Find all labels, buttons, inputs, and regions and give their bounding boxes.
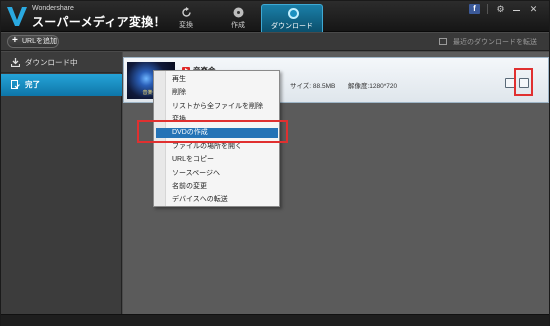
minimize-icon[interactable] <box>511 4 522 14</box>
menu-item-source-page[interactable]: ソースページへ <box>172 169 220 179</box>
sidebar: ダウンロード中 完了 <box>1 52 122 314</box>
facebook-icon[interactable]: f <box>469 4 480 14</box>
menu-item-play[interactable]: 再生 <box>172 75 186 85</box>
sidebar-item-label: ダウンロード中 <box>25 58 78 67</box>
download-icon <box>11 58 20 67</box>
tab-create-label: 作成 <box>231 22 245 29</box>
refresh-icon <box>182 7 191 17</box>
tab-download[interactable]: ダウンロード <box>261 4 323 32</box>
title-divider <box>487 4 488 14</box>
highlight-box <box>514 68 533 96</box>
menu-item-delete[interactable]: 削除 <box>172 88 186 98</box>
tab-convert-label: 変換 <box>179 22 193 29</box>
menu-item-delete-all[interactable]: リストから全ファイルを削除 <box>172 102 263 112</box>
close-icon[interactable]: ✕ <box>528 4 539 14</box>
highlight-box <box>137 120 288 143</box>
app-window: Wondershare スーパーメディア変換！ 変換 作成 ダウンロード f ⚙… <box>0 0 550 326</box>
file-size: サイズ: 88.5MB <box>290 83 336 90</box>
menu-item-open-location[interactable]: ファイルの場所を開く <box>172 142 242 152</box>
menu-item-copy-url[interactable]: URLをコピー <box>172 155 214 165</box>
tab-convert[interactable]: 変換 <box>156 4 216 32</box>
brand-small-label: Wondershare <box>32 5 74 12</box>
sidebar-item-completed[interactable]: 完了 <box>1 74 122 96</box>
transfer-recent-downloads-button[interactable]: 最近のダウンロードを転送 <box>439 37 537 47</box>
app-title: スーパーメディア変換！ <box>32 15 166 29</box>
sidebar-item-downloading[interactable]: ダウンロード中 <box>1 52 122 73</box>
tab-create[interactable]: 作成 <box>208 4 268 32</box>
tab-download-label: ダウンロード <box>271 23 313 30</box>
toolbar: + URLを追加 最近のダウンロードを転送 <box>1 33 549 51</box>
transfer-icon <box>439 38 448 45</box>
add-url-button[interactable]: + URLを追加 <box>7 35 59 48</box>
download-icon <box>288 8 299 19</box>
wondershare-logo-icon <box>7 7 27 26</box>
status-bar <box>1 314 549 326</box>
menu-item-transfer-device[interactable]: デバイスへの転送 <box>172 195 228 205</box>
add-url-label: URLを追加 <box>22 38 58 45</box>
sidebar-item-label: 完了 <box>25 80 40 89</box>
transfer-label: 最近のダウンロードを転送 <box>453 39 537 46</box>
title-bar: Wondershare スーパーメディア変換！ 変換 作成 ダウンロード f ⚙… <box>1 1 549 32</box>
disc-icon <box>233 7 244 18</box>
gear-icon[interactable]: ⚙ <box>495 4 506 14</box>
video-resolution: 解像度:1280*720 <box>348 83 398 90</box>
completed-icon <box>11 80 20 89</box>
plus-icon: + <box>12 35 18 46</box>
menu-item-rename[interactable]: 名前の変更 <box>172 182 207 192</box>
